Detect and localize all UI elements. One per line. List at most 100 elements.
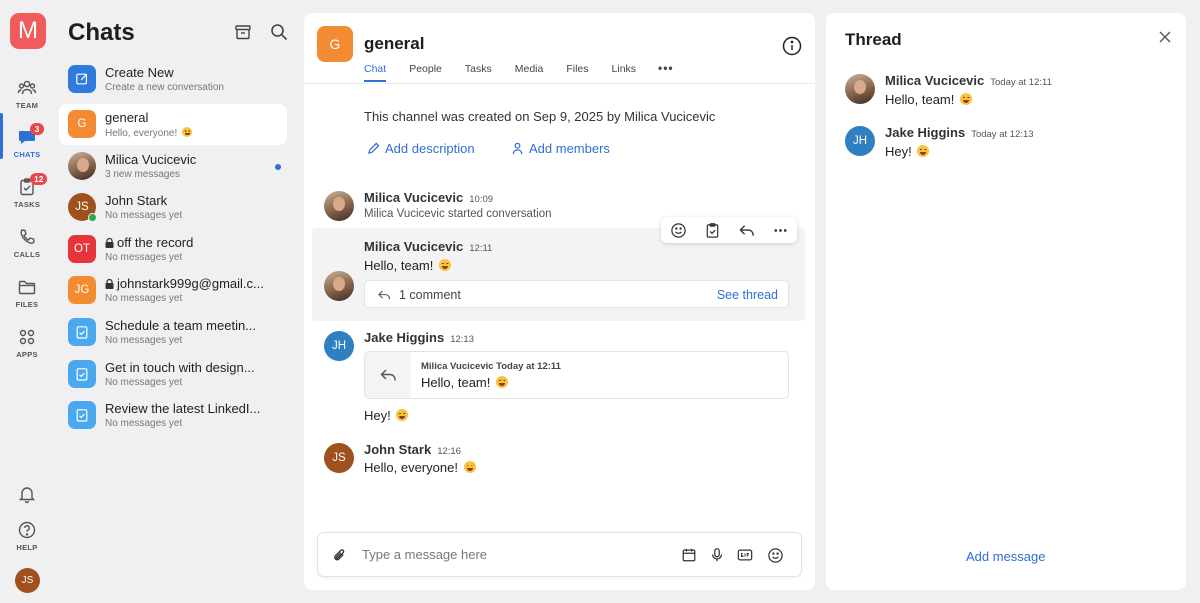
reply-button[interactable] — [737, 221, 755, 239]
chat-subtitle: No messages yet — [105, 252, 183, 263]
react-button[interactable] — [669, 221, 687, 239]
user-avatar[interactable]: JS — [15, 568, 40, 593]
chat-item-task[interactable]: Review the latest LinkedI... No messages… — [59, 395, 287, 436]
rail-label: HELP — [16, 543, 38, 552]
apps-grid-icon — [19, 329, 35, 345]
chat-subtitle: No messages yet — [105, 377, 183, 388]
chat-subtitle: No messages yet — [105, 210, 183, 221]
rail-item-chats[interactable]: 3 CHATS — [0, 123, 54, 171]
clipboard-check-icon — [706, 222, 718, 238]
quoted-message[interactable]: Milica Vucicevic Today at 12:11 Hello, t… — [364, 351, 789, 399]
unread-dot — [275, 164, 281, 170]
quote-text: Hello, team! — [421, 375, 508, 390]
quote-header: Milica Vucicevic Today at 12:11 — [421, 361, 561, 372]
message-time: 12:11 — [469, 243, 493, 254]
reply-icon — [365, 352, 411, 398]
bell-icon — [18, 487, 36, 504]
search-icon — [271, 24, 288, 41]
archive-button[interactable] — [233, 22, 253, 42]
create-task-button[interactable] — [703, 221, 721, 239]
channel-created-text: This channel was created on Sep 9, 2025 … — [364, 109, 716, 124]
workspace-logo[interactable]: M — [10, 13, 46, 49]
tab-people[interactable]: People — [409, 63, 442, 82]
team-icon — [17, 80, 37, 95]
channel-avatar: OT — [68, 235, 96, 263]
thread-title: Thread — [845, 30, 902, 49]
rail-label: TASKS — [13, 200, 41, 209]
smiley-icon — [670, 222, 686, 238]
rail-item-apps[interactable]: APPS — [0, 327, 54, 371]
chat-title: Review the latest LinkedI... — [105, 401, 261, 416]
rail-item-tasks[interactable]: 12 TASKS — [0, 173, 54, 221]
chat-item-off-the-record[interactable]: OT off the record No messages yet — [59, 229, 287, 270]
chat-subtitle: No messages yet — [105, 418, 183, 429]
add-members-button[interactable]: Add members — [511, 141, 610, 156]
grin-emoji-icon — [917, 145, 930, 157]
author-name: Jake Higgins — [885, 125, 966, 140]
add-description-button[interactable]: Add description — [367, 141, 475, 156]
message-body: Hello, team! — [885, 92, 955, 107]
rail-item-help[interactable]: HELP — [0, 520, 54, 564]
attach-button[interactable] — [330, 546, 348, 564]
tab-media[interactable]: Media — [515, 63, 544, 82]
avatar: JH — [845, 126, 875, 156]
chat-title: Create New — [105, 65, 174, 80]
author-name: Jake Higgins — [364, 330, 445, 345]
schedule-button[interactable] — [680, 546, 698, 564]
gif-button[interactable] — [736, 546, 754, 564]
chat-subtitle: No messages yet — [105, 293, 183, 304]
chat-title: off the record — [117, 235, 194, 250]
more-actions-button[interactable] — [771, 221, 789, 239]
rail-item-calls[interactable]: CALLS — [0, 227, 54, 271]
avatar — [68, 152, 96, 180]
search-button[interactable] — [269, 22, 289, 42]
divider — [304, 83, 815, 84]
message-body: Hey! — [885, 144, 912, 159]
create-new-conversation[interactable]: Create New Create a new conversation — [59, 59, 287, 100]
message-input[interactable]: Type a message here — [362, 547, 487, 562]
info-icon — [782, 36, 802, 56]
avatar — [324, 271, 354, 301]
tab-tasks[interactable]: Tasks — [465, 63, 492, 82]
channel-avatar: G — [317, 26, 353, 62]
rail-label: APPS — [16, 350, 38, 359]
add-message-button[interactable]: Add message — [966, 549, 1046, 564]
chat-title: general — [105, 110, 149, 125]
author-name: Milica Vucicevic — [885, 73, 985, 88]
tab-files[interactable]: Files — [566, 63, 588, 82]
rail-item-files[interactable]: FILES — [0, 277, 54, 321]
emoji-button[interactable] — [766, 546, 784, 564]
calendar-icon — [682, 548, 696, 562]
tab-links[interactable]: Links — [612, 63, 637, 82]
chat-item-task[interactable]: Get in touch with design... No messages … — [59, 354, 287, 395]
tab-chat[interactable]: Chat — [364, 63, 387, 82]
message-author: John Stark 12:16 — [364, 442, 461, 457]
message-text: Hey! — [364, 408, 409, 423]
channel-info-button[interactable] — [782, 36, 802, 56]
voice-button[interactable] — [708, 546, 726, 564]
thread-summary[interactable]: 1 comment See thread — [364, 280, 789, 308]
chat-item-johnstark-email[interactable]: JG johnstark999g@gmail.c... No messages … — [59, 270, 287, 311]
lock-icon — [105, 238, 114, 248]
message-time: 12:16 — [437, 446, 461, 457]
chat-item-milica[interactable]: Milica Vucicevic 3 new messages — [59, 146, 287, 187]
message-text: Hey! — [885, 144, 930, 159]
see-thread-link[interactable]: See thread — [717, 288, 778, 302]
rail-item-team[interactable]: TEAM — [0, 78, 54, 122]
chat-title: Get in touch with design... — [105, 360, 255, 375]
more-tabs-icon[interactable]: ••• — [658, 61, 674, 75]
chat-subtitle: 3 new messages — [105, 169, 181, 180]
channel-name: general — [364, 34, 425, 53]
online-status-dot — [88, 213, 97, 222]
chat-item-general[interactable]: G general Hello, everyone! — [59, 104, 287, 145]
channel-avatar: JG — [68, 276, 96, 304]
chat-item-john-stark[interactable]: JS John Stark No messages yet — [59, 187, 287, 228]
message-author: Milica Vucicevic 12:11 — [364, 239, 492, 254]
close-thread-button[interactable] — [1158, 30, 1172, 44]
message-author: Jake Higgins Today at 12:13 — [885, 125, 1034, 140]
system-message: Milica Vucicevic started conversation — [364, 208, 552, 220]
channel-tabs: Chat People Tasks Media Files Links — [364, 63, 659, 82]
chat-item-task[interactable]: Schedule a team meetin... No messages ye… — [59, 312, 287, 353]
grin-emoji-icon — [960, 93, 972, 105]
chat-title: Milica Vucicevic — [105, 152, 197, 167]
